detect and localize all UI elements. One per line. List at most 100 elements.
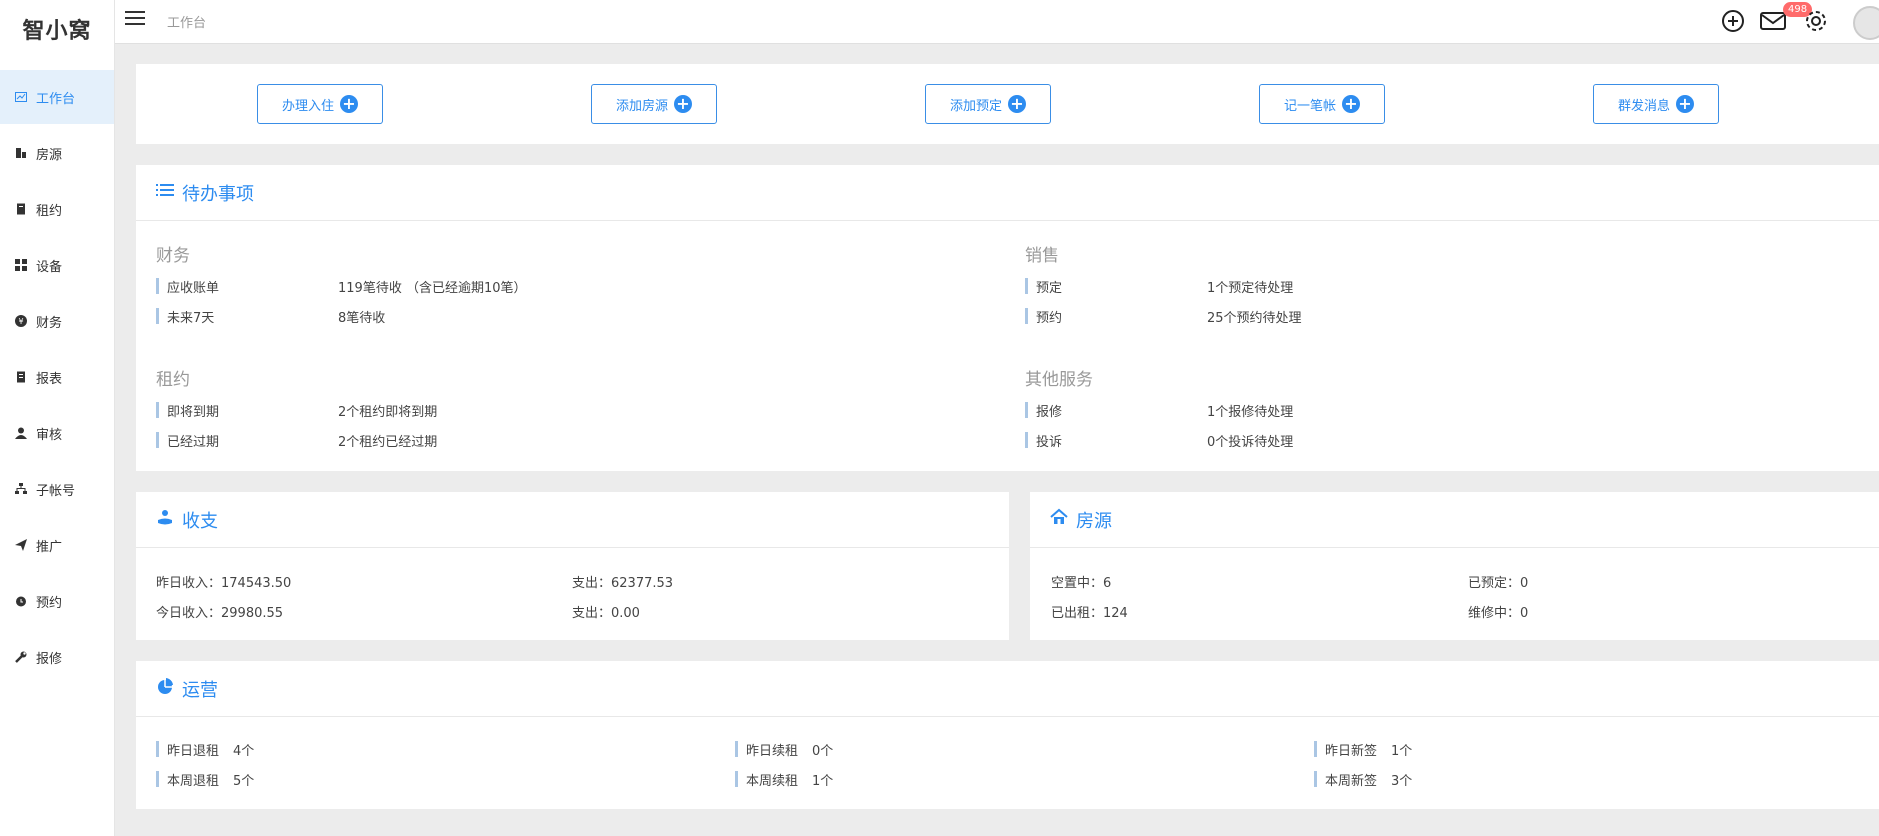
add-reservation-button[interactable]: 添加预定 +: [925, 84, 1051, 124]
record-account-button[interactable]: 记一笔帐 +: [1259, 84, 1385, 124]
row-label: 即将到期: [167, 404, 220, 420]
broadcast-message-button[interactable]: 群发消息 +: [1593, 84, 1719, 124]
list-item[interactable]: 未来7天 8笔待收: [156, 308, 385, 326]
row-marker: [156, 402, 159, 418]
sidebar-item-label: 预约: [36, 595, 63, 611]
list-item[interactable]: 本周退租 5个: [156, 771, 255, 789]
income-card: 收支 昨日收入：174543.50 支出：62377.53 今日收入：29980…: [136, 492, 1009, 640]
repairing-count: 维修中：0: [1468, 606, 1529, 621]
list-item[interactable]: 投诉 0个投诉待处理: [1025, 432, 1293, 450]
row-marker: [1025, 278, 1028, 294]
sidebar-item-finance[interactable]: ¥ 财务: [0, 294, 114, 348]
button-label: 群发消息: [1617, 98, 1670, 114]
sidebar-item-label: 工作台: [36, 91, 76, 107]
grid-icon: [15, 259, 27, 271]
button-label: 办理入住: [281, 98, 334, 114]
finance-group-title: 财务: [156, 246, 190, 266]
yesterday-income: 昨日收入：174543.50: [156, 576, 292, 591]
button-label: 记一笔帐: [1283, 98, 1336, 114]
row-value: 1个: [812, 773, 834, 789]
sidebar-item-appointments[interactable]: 预约: [0, 574, 114, 628]
sidebar-item-promotion[interactable]: 推广: [0, 518, 114, 572]
today-expense: 支出：0.00: [572, 606, 640, 621]
today-income: 今日收入：29980.55: [156, 606, 284, 621]
row-marker: [1025, 402, 1028, 418]
vacant-count: 空置中：6: [1051, 576, 1112, 591]
mail-icon[interactable]: [1759, 8, 1786, 34]
sidebar-item-label: 报修: [36, 651, 63, 667]
housing-card: 房源 空置中：6 已预定：0 已出租：124 维修中：0: [1030, 492, 1879, 640]
button-label: 添加预定: [949, 98, 1002, 114]
gear-icon[interactable]: [1803, 8, 1829, 34]
list-item[interactable]: 昨日续租 0个: [735, 741, 834, 759]
list-item[interactable]: 昨日退租 4个: [156, 741, 254, 759]
sidebar-item-label: 租约: [36, 203, 63, 219]
check-in-button[interactable]: 办理入住 +: [257, 84, 383, 124]
sidebar-item-label: 子帐号: [36, 483, 76, 499]
sidebar-item-label: 财务: [36, 315, 63, 331]
reserved-count: 已预定：0: [1468, 576, 1529, 591]
row-value: 25个预约待处理: [1207, 310, 1302, 326]
income-title: 收支: [182, 510, 218, 532]
row-label: 昨日退租: [167, 743, 220, 759]
operations-card: 运营 昨日退租 4个 本周退租 5个 昨日续租 0个 本周续租 1个 昨日新签 …: [136, 661, 1879, 809]
row-marker: [1314, 771, 1317, 787]
row-marker: [156, 741, 159, 757]
row-label: 未来7天: [167, 310, 215, 326]
operations-title: 运营: [182, 679, 218, 701]
row-marker: [1025, 432, 1028, 448]
menu-toggle-icon[interactable]: [125, 10, 147, 28]
sidebar-item-label: 审核: [36, 427, 63, 443]
button-label: 添加房源: [615, 98, 668, 114]
sidebar-item-workbench[interactable]: 工作台: [0, 70, 114, 124]
todo-card-header: 待办事项: [136, 165, 1879, 221]
row-marker: [735, 771, 738, 787]
avatar[interactable]: [1853, 6, 1879, 40]
row-label: 本周退租: [167, 773, 220, 789]
row-label: 昨日新签: [1325, 743, 1378, 759]
list-item[interactable]: 应收账单 119笔待收 （含已经逾期10笔）: [156, 278, 527, 296]
list-item[interactable]: 本周续租 1个: [735, 771, 834, 789]
list-item[interactable]: 昨日新签 1个: [1314, 741, 1413, 759]
sidebar-item-label: 房源: [36, 147, 63, 163]
row-value: 5个: [233, 773, 255, 789]
operations-card-header: 运营: [136, 661, 1879, 717]
sidebar-item-lease[interactable]: 租约: [0, 182, 114, 236]
row-label: 报修: [1036, 404, 1063, 420]
sidebar-item-repair[interactable]: 报修: [0, 630, 114, 684]
row-value: 1个: [1391, 743, 1413, 759]
row-label: 预约: [1036, 310, 1063, 326]
list-item[interactable]: 预约 25个预约待处理: [1025, 308, 1302, 326]
add-listing-button[interactable]: 添加房源 +: [591, 84, 717, 124]
add-circle-icon[interactable]: [1720, 8, 1746, 34]
report-icon: [15, 371, 27, 383]
sidebar-item-label: 报表: [36, 371, 63, 387]
sidebar-item-review[interactable]: 审核: [0, 406, 114, 460]
housing-title: 房源: [1076, 510, 1112, 532]
row-label: 昨日续租: [746, 743, 799, 759]
sidebar-item-reports[interactable]: 报表: [0, 350, 114, 404]
yesterday-expense: 支出：62377.53: [572, 576, 674, 591]
list-item[interactable]: 已经过期 2个租约已经过期: [156, 432, 437, 450]
row-value: 119笔待收 （含已经逾期10笔）: [338, 280, 527, 296]
alarm-clock-icon: [15, 595, 27, 607]
quick-actions-card: 办理入住 + 添加房源 + 添加预定 + 记一笔帐 + 群发消息 +: [136, 64, 1879, 144]
list-item[interactable]: 即将到期 2个租约即将到期: [156, 402, 437, 420]
income-card-header: 收支: [136, 492, 1009, 548]
list-item[interactable]: 预定 1个预定待处理: [1025, 278, 1293, 296]
plus-icon: +: [1342, 95, 1360, 113]
sidebar-item-subaccounts[interactable]: 子帐号: [0, 462, 114, 516]
row-marker: [1025, 308, 1028, 324]
todo-card: 待办事项 财务 应收账单 119笔待收 （含已经逾期10笔） 未来7天 8笔待收…: [136, 165, 1879, 471]
sidebar-item-devices[interactable]: 设备: [0, 238, 114, 292]
row-value: 0个: [812, 743, 834, 759]
chart-icon: [15, 91, 27, 103]
list-item[interactable]: 报修 1个报修待处理: [1025, 402, 1293, 420]
row-marker: [156, 771, 159, 787]
row-label: 应收账单: [167, 280, 220, 296]
app-logo: 智小窝: [22, 19, 92, 44]
row-label: 投诉: [1036, 434, 1063, 450]
row-marker: [1314, 741, 1317, 757]
sidebar-item-housing[interactable]: 房源: [0, 126, 114, 180]
list-item[interactable]: 本周新签 3个: [1314, 771, 1412, 789]
